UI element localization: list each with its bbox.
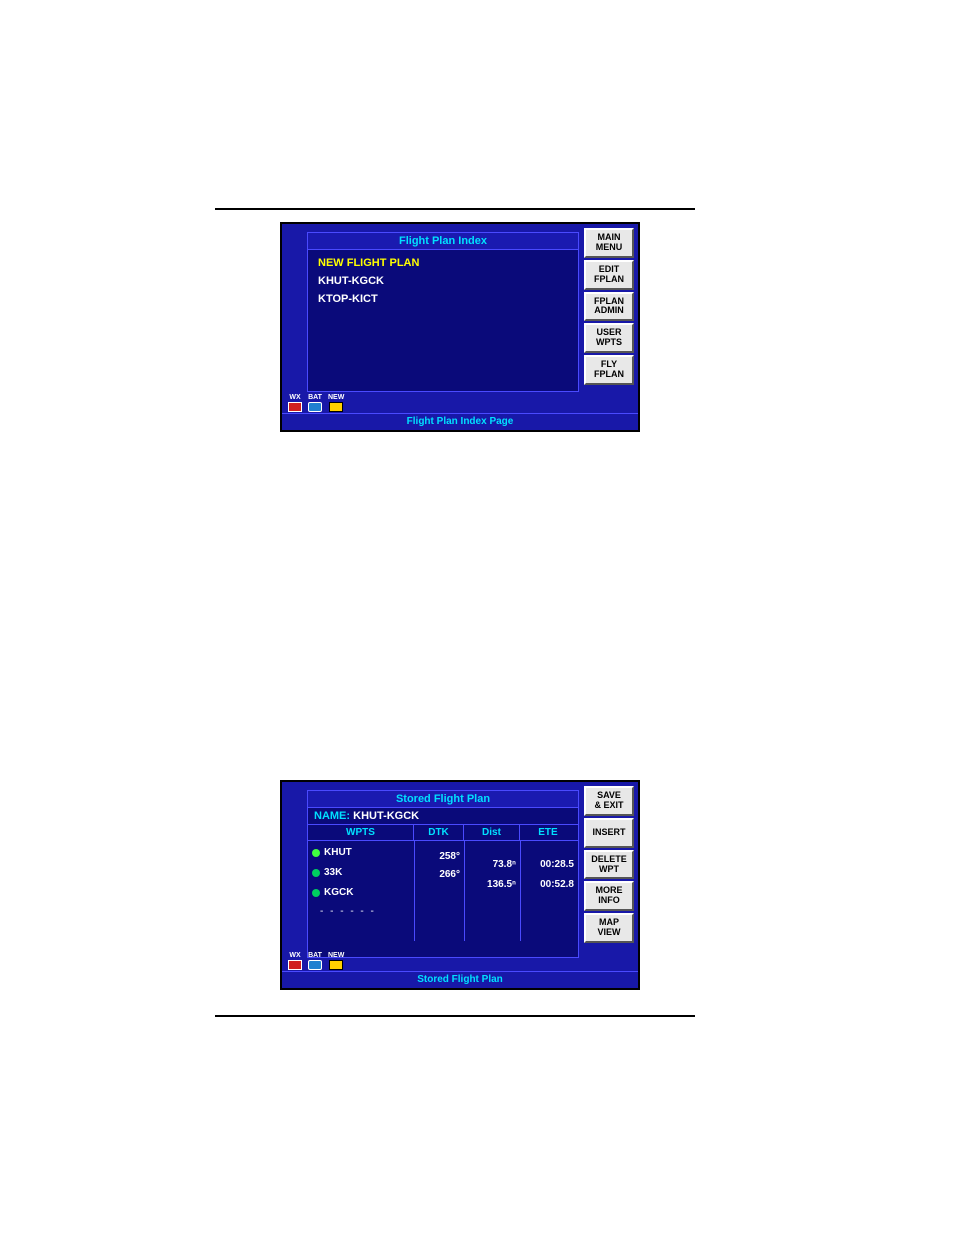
- status-bat: BAT: [308, 394, 322, 412]
- table-body: KHUT 33K KGCK - - - - - - 258° 73.8ⁿ 00:…: [308, 841, 578, 941]
- waypoint-ident: 33K: [324, 867, 342, 878]
- battery-icon: [308, 960, 322, 970]
- wx-icon: [288, 402, 302, 412]
- msg-icon: [329, 960, 343, 970]
- list-item-plan[interactable]: KTOP-KICT: [318, 290, 568, 308]
- name-value[interactable]: KHUT-KGCK: [353, 810, 419, 822]
- device-flight-plan-index: Flight Plan Index NEW FLIGHT PLAN KHUT-K…: [280, 222, 640, 432]
- leg-dist: 136.5ⁿ: [466, 879, 516, 890]
- fplan-admin-button[interactable]: FPLANADMIN: [584, 292, 634, 322]
- main-panel: Flight Plan Index NEW FLIGHT PLAN KHUT-K…: [307, 232, 579, 392]
- status-wx: WX: [288, 394, 302, 412]
- status-row: WX BAT NEW: [288, 952, 344, 970]
- waypoint-dot-icon: [312, 889, 320, 897]
- waypoint-ident: KHUT: [324, 847, 352, 858]
- battery-icon: [308, 402, 322, 412]
- main-menu-button[interactable]: MAINMENU: [584, 228, 634, 258]
- more-info-button[interactable]: MOREINFO: [584, 881, 634, 911]
- name-label: NAME:: [314, 810, 350, 822]
- leg-dist: 73.8ⁿ: [466, 859, 516, 870]
- status-wx: WX: [288, 952, 302, 970]
- status-new: NEW: [328, 952, 344, 970]
- name-row: NAME: KHUT-KGCK: [308, 808, 578, 825]
- leg-dtk: 258°: [416, 851, 460, 862]
- waypoint-row[interactable]: KGCK: [308, 885, 357, 900]
- msg-icon: [329, 402, 343, 412]
- col-wpts-header: WPTS: [308, 825, 414, 840]
- footer-label: Stored Flight Plan: [282, 971, 638, 985]
- waypoint-dot-icon: [312, 869, 320, 877]
- footer-label: Flight Plan Index Page: [282, 413, 638, 427]
- divider: [215, 208, 695, 210]
- empty-waypoint-slot[interactable]: - - - - - -: [312, 903, 384, 920]
- leg-ete: 00:28.5: [522, 859, 574, 870]
- col-ete-header: ETE: [520, 825, 576, 840]
- fly-fplan-button[interactable]: FLYFPLAN: [584, 355, 634, 385]
- col-dtk-header: DTK: [414, 825, 464, 840]
- panel-title: Flight Plan Index: [308, 233, 578, 250]
- softkey-column: SAVE& EXIT INSERT DELETEWPT MOREINFO MAP…: [584, 786, 634, 943]
- delete-wpt-button[interactable]: DELETEWPT: [584, 850, 634, 880]
- wx-icon: [288, 960, 302, 970]
- waypoint-row[interactable]: 33K: [308, 865, 346, 880]
- divider: [215, 1015, 695, 1017]
- list-item-plan[interactable]: KHUT-KGCK: [318, 272, 568, 290]
- column-divider: [464, 841, 465, 941]
- save-exit-button[interactable]: SAVE& EXIT: [584, 786, 634, 816]
- softkey-column: MAINMENU EDITFPLAN FPLANADMIN USERWPTS F…: [584, 228, 634, 385]
- status-new: NEW: [328, 394, 344, 412]
- waypoint-ident: KGCK: [324, 887, 353, 898]
- flight-plan-list: NEW FLIGHT PLAN KHUT-KGCK KTOP-KICT: [308, 250, 578, 312]
- table-header: WPTS DTK Dist ETE: [308, 825, 578, 841]
- user-wpts-button[interactable]: USERWPTS: [584, 323, 634, 353]
- main-panel: Stored Flight Plan NAME: KHUT-KGCK WPTS …: [307, 790, 579, 958]
- device-stored-flight-plan: Stored Flight Plan NAME: KHUT-KGCK WPTS …: [280, 780, 640, 990]
- panel-title: Stored Flight Plan: [308, 791, 578, 808]
- leg-dtk: 266°: [416, 869, 460, 880]
- edit-fplan-button[interactable]: EDITFPLAN: [584, 260, 634, 290]
- column-divider: [414, 841, 415, 941]
- waypoint-dot-icon: [312, 849, 320, 857]
- leg-ete: 00:52.8: [522, 879, 574, 890]
- waypoint-row[interactable]: KHUT: [308, 845, 356, 860]
- column-divider: [520, 841, 521, 941]
- map-view-button[interactable]: MAPVIEW: [584, 913, 634, 943]
- col-dist-header: Dist: [464, 825, 520, 840]
- insert-button[interactable]: INSERT: [584, 818, 634, 848]
- list-item-new-flight-plan[interactable]: NEW FLIGHT PLAN: [318, 254, 568, 272]
- status-bat: BAT: [308, 952, 322, 970]
- status-row: WX BAT NEW: [288, 394, 344, 412]
